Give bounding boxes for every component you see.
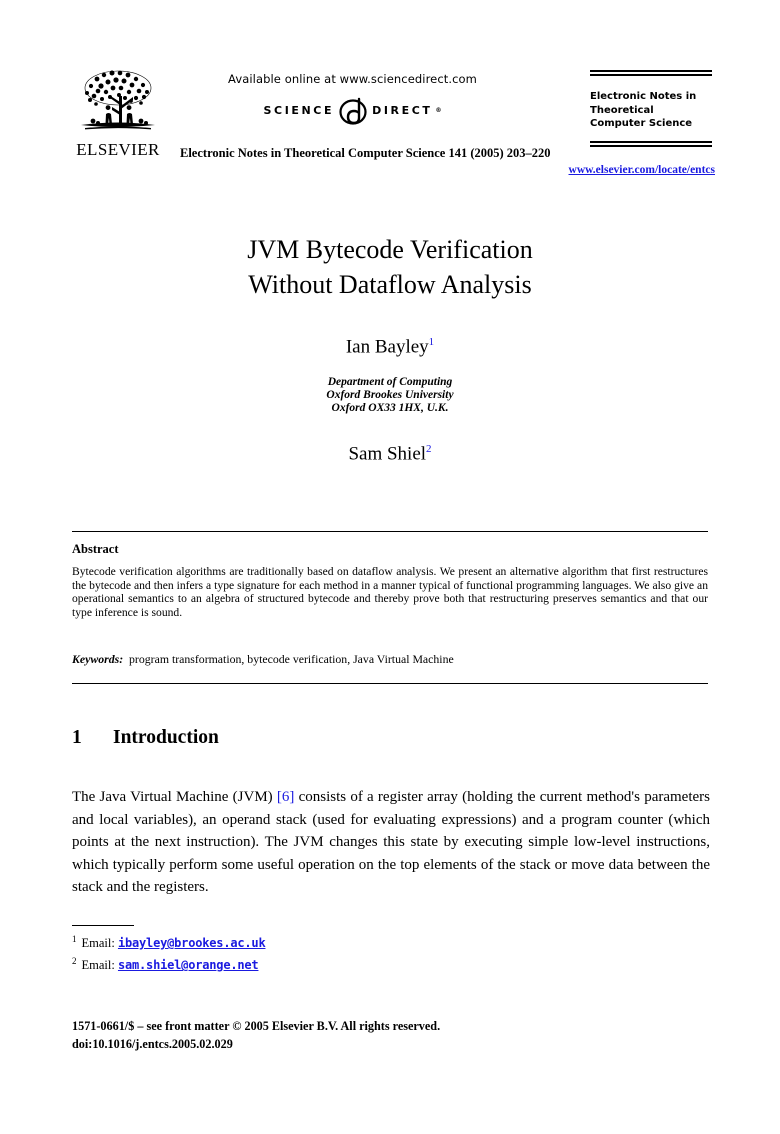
affiliation-line-3: Oxford OX33 1HX, U.K. [331, 402, 449, 414]
section-title: Introduction [113, 727, 219, 748]
abstract-heading: Abstract [72, 542, 119, 556]
abstract-bottom-rule [72, 683, 708, 684]
author-2-name: Sam Shiel [348, 443, 427, 465]
copyright-line: 1571-0661/$ – see front matter © 2005 El… [72, 1019, 441, 1033]
author-1-name: Ian Bayley [345, 336, 429, 358]
section-number: 1 [72, 727, 82, 748]
abstract-text: Bytecode verification algorithms are tra… [72, 565, 708, 619]
sciencedirect-logo: SCIENCE DIRECT ® [180, 96, 525, 125]
keywords-line: Keywords: program transformation, byteco… [72, 652, 708, 667]
journal-reference: Electronic Notes in Theoretical Computer… [180, 146, 551, 160]
sciencedirect-block: Available online at www.sciencedirect.co… [180, 72, 525, 125]
author-1-footnote-ref[interactable]: 1 [429, 336, 435, 348]
entcs-title: Electronic Notes in Theoretical Computer… [590, 91, 697, 129]
entcs-rule-top [590, 70, 712, 76]
section-heading: 1 Introduction [72, 727, 219, 749]
footnote-item: 2 Email: sam.shiel@orange.net [72, 952, 572, 974]
elsevier-wordmark: ELSEVIER [76, 140, 160, 159]
paper-title-line-1: JVM Bytecode Verification [247, 235, 533, 264]
affiliation-line-2: Oxford Brookes University [326, 389, 454, 401]
doi-line: doi:10.1016/j.entcs.2005.02.029 [72, 1037, 233, 1051]
sciencedirect-d-glyph-icon [337, 96, 371, 125]
author-2-footnote-ref[interactable]: 2 [426, 443, 432, 455]
footnote-2-mark: 2 [72, 956, 77, 967]
footnote-1-email-link[interactable]: ibayley@brookes.ac.uk [118, 936, 266, 950]
footnote-2-label: Email: [81, 958, 115, 973]
affiliation-line-1: Department of Computing [327, 376, 453, 388]
journal-homepage-link[interactable]: www.elsevier.com/locate/entcs [470, 164, 715, 176]
introduction-paragraph: The Java Virtual Machine (JVM) [6] consi… [72, 786, 710, 899]
footnote-2-email-link[interactable]: sam.shiel@orange.net [118, 958, 259, 972]
keywords-label: Keywords: [72, 652, 124, 666]
paper-title-line-2: Without Dataflow Analysis [248, 270, 532, 299]
sciencedirect-science-word: SCIENCE [263, 103, 335, 117]
sciencedirect-direct-word: DIRECT [372, 103, 433, 117]
footnote-separator-rule [72, 925, 134, 926]
footnote-1-mark: 1 [72, 934, 77, 944]
footnote-list: 1 Email: ibayley@brookes.ac.uk 2 Email: sa… [72, 930, 572, 974]
entcs-rule-bottom [590, 140, 712, 147]
entcs-masthead-box: Electronic Notes in Theoretical Computer… [590, 70, 712, 147]
copyright-block: 1571-0661/$ – see front matter © 2005 El… [72, 1017, 672, 1053]
footnote-item: 1 Email: ibayley@brookes.ac.uk [72, 930, 572, 952]
footnote-1-label: Email: [81, 936, 115, 951]
paper-title: JVM Bytecode Verification Without Datafl… [90, 232, 690, 302]
registered-mark-icon: ® [435, 106, 442, 114]
elsevier-logo: ELSEVIER [72, 66, 164, 159]
author-affiliation: Department of Computing Oxford Brookes U… [90, 376, 690, 415]
journal-masthead: ELSEVIER Available online at www.science… [0, 0, 780, 190]
abstract-top-rule [72, 531, 708, 532]
elsevier-tree-icon [81, 70, 155, 130]
available-online-text: Available online at www.sciencedirect.co… [228, 72, 477, 86]
paper-page: ELSEVIER Available online at www.science… [0, 0, 780, 1134]
author-1: Ian Bayley1 [90, 336, 690, 358]
keywords-value: program transformation, bytecode verific… [129, 652, 454, 666]
intro-text-before-citation: The Java Virtual Machine (JVM) [72, 789, 277, 805]
author-2: Sam Shiel2 [90, 443, 690, 465]
